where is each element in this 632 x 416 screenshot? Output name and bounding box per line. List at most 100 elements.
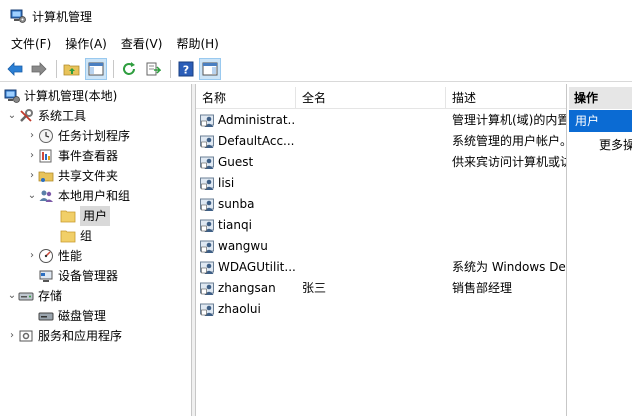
show-hide-action-pane-button[interactable] xyxy=(199,57,221,80)
folder-icon xyxy=(60,228,76,244)
table-row[interactable]: zhaolui xyxy=(196,299,566,320)
event-viewer-icon xyxy=(38,148,54,164)
chevron-down-icon[interactable]: ⌄ xyxy=(6,286,18,306)
tree-item-storage[interactable]: ⌄ 存储 xyxy=(6,286,62,306)
help-icon: ? xyxy=(178,61,194,76)
show-hide-tree-icon xyxy=(88,62,104,75)
chevron-right-icon[interactable]: › xyxy=(26,246,38,266)
tree-label: 共享文件夹 xyxy=(58,169,119,183)
tree-label: 组 xyxy=(80,229,93,243)
folder-icon xyxy=(60,208,76,224)
computer-management-icon xyxy=(4,88,20,104)
cell-name: tianqi xyxy=(218,218,252,232)
list-header: 名称 全名 描述 xyxy=(196,87,566,109)
user-icon xyxy=(200,219,214,232)
show-hide-tree-button[interactable] xyxy=(85,57,107,80)
column-header-fullname[interactable]: 全名 xyxy=(296,87,446,109)
cell-description: 管理计算机(域)的内置 xyxy=(452,113,566,127)
column-header-description[interactable]: 描述 xyxy=(446,87,566,109)
tree-item-task-scheduler[interactable]: › 任务计划程序 xyxy=(26,126,130,146)
menu-help[interactable]: 帮助(H) xyxy=(169,34,225,54)
chevron-down-icon[interactable]: ⌄ xyxy=(26,186,38,206)
tree-item-system-tools[interactable]: ⌄ 系统工具 xyxy=(6,106,86,126)
chevron-right-icon[interactable]: › xyxy=(26,126,38,146)
table-row[interactable]: Guest 供来宾访问计算机或访 xyxy=(196,152,566,173)
tree-label: 存储 xyxy=(38,289,63,303)
up-button[interactable] xyxy=(61,58,83,80)
forward-button[interactable] xyxy=(28,58,50,80)
menu-action[interactable]: 操作(A) xyxy=(58,34,114,54)
menu-view[interactable]: 查看(V) xyxy=(114,34,170,54)
tree-label: 计算机管理(本地) xyxy=(24,89,118,103)
toolbar: ? xyxy=(0,56,632,82)
clock-icon xyxy=(38,128,54,144)
more-actions-link[interactable]: 更多操作 xyxy=(599,136,632,154)
user-icon xyxy=(200,156,214,169)
actions-header: 操作 xyxy=(569,87,632,109)
tree-item-performance[interactable]: › 性能 xyxy=(26,246,82,266)
tree-item-groups[interactable]: 组 xyxy=(60,226,92,246)
table-row[interactable]: Administrat... 管理计算机(域)的内置 xyxy=(196,110,566,131)
cell-description: 供来宾访问计算机或访 xyxy=(452,155,566,169)
tree-item-disk-management[interactable]: 磁盘管理 xyxy=(38,306,106,326)
table-row[interactable]: sunba xyxy=(196,194,566,215)
computer-management-icon xyxy=(10,9,26,23)
table-row[interactable]: WDAGUtilit... 系统为 Windows Def xyxy=(196,257,566,278)
menu-bar: 文件(F) 操作(A) 查看(V) 帮助(H) xyxy=(0,34,632,54)
toolbar-separator xyxy=(56,59,57,78)
tree-item-local-users-groups[interactable]: ⌄ 本地用户和组 xyxy=(26,186,130,206)
chevron-right-icon[interactable]: › xyxy=(6,326,18,346)
tree-item-users[interactable]: 用户 xyxy=(60,206,111,226)
cell-name: Administrat... xyxy=(218,113,296,127)
tree-item-device-manager[interactable]: 设备管理器 xyxy=(38,266,118,286)
cell-name: zhangsan xyxy=(218,281,276,295)
table-row[interactable]: tianqi xyxy=(196,215,566,236)
table-row[interactable]: zhangsan 张三 销售部经理 xyxy=(196,278,566,299)
actions-pane: 操作 用户 更多操作 xyxy=(566,84,632,416)
tools-icon xyxy=(18,108,34,124)
user-icon xyxy=(200,198,214,211)
table-row[interactable]: lisi xyxy=(196,173,566,194)
cell-name: wangwu xyxy=(218,239,268,253)
table-row[interactable]: DefaultAcc... 系统管理的用户帐户。 xyxy=(196,131,566,152)
tree-item-root[interactable]: 计算机管理(本地) xyxy=(4,86,117,106)
refresh-button[interactable] xyxy=(118,58,140,80)
cell-name: lisi xyxy=(218,176,235,190)
column-header-name[interactable]: 名称 xyxy=(196,87,296,109)
tree-label: 用户 xyxy=(80,206,111,226)
help-button[interactable]: ? xyxy=(175,58,197,80)
storage-icon xyxy=(18,288,34,304)
back-icon xyxy=(7,61,23,76)
svg-text:?: ? xyxy=(183,63,189,76)
user-icon xyxy=(200,303,214,316)
actions-section-users[interactable]: 用户 xyxy=(569,110,632,132)
cell-fullname: 张三 xyxy=(302,281,327,295)
user-icon xyxy=(200,261,214,274)
chevron-down-icon[interactable]: ⌄ xyxy=(6,106,18,126)
services-icon xyxy=(18,328,34,344)
tree-item-services-applications[interactable]: › 服务和应用程序 xyxy=(6,326,122,346)
tree-label: 性能 xyxy=(58,249,83,263)
menu-file[interactable]: 文件(F) xyxy=(0,34,58,54)
toolbar-separator xyxy=(113,59,114,78)
cell-name: sunba xyxy=(218,197,255,211)
forward-icon xyxy=(31,61,47,76)
up-folder-icon xyxy=(63,64,80,75)
tree-label: 磁盘管理 xyxy=(58,309,107,323)
tree-item-event-viewer[interactable]: › 事件查看器 xyxy=(26,146,118,166)
console-tree: 计算机管理(本地) ⌄ 系统工具 › 任务计划程序 › 事件查看器 › 共享文件… xyxy=(0,84,192,416)
tree-item-shared-folders[interactable]: › 共享文件夹 xyxy=(26,166,118,186)
table-row[interactable]: wangwu xyxy=(196,236,566,257)
user-icon xyxy=(200,114,214,127)
user-icon xyxy=(200,177,214,190)
title-bar: 计算机管理 xyxy=(0,0,632,32)
back-button[interactable] xyxy=(4,58,26,80)
disk-management-icon xyxy=(38,308,54,324)
tree-label: 设备管理器 xyxy=(58,269,119,283)
performance-icon xyxy=(38,248,54,264)
chevron-right-icon[interactable]: › xyxy=(26,166,38,186)
cell-description: 系统为 Windows Def xyxy=(452,260,566,274)
export-list-button[interactable] xyxy=(142,58,164,80)
tree-label: 服务和应用程序 xyxy=(38,329,123,343)
chevron-right-icon[interactable]: › xyxy=(26,146,38,166)
